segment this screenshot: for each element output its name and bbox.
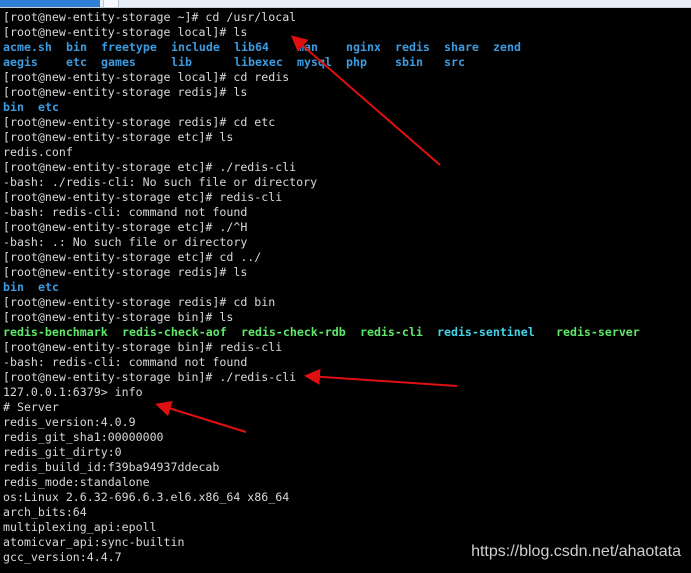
watermark: https://blog.csdn.net/ahaotata	[471, 543, 681, 560]
arrow-to-ls	[290, 35, 441, 166]
arrow-to-info	[155, 400, 247, 433]
annotation-arrows	[155, 35, 458, 433]
arrow-to-redis-cli	[304, 368, 458, 387]
